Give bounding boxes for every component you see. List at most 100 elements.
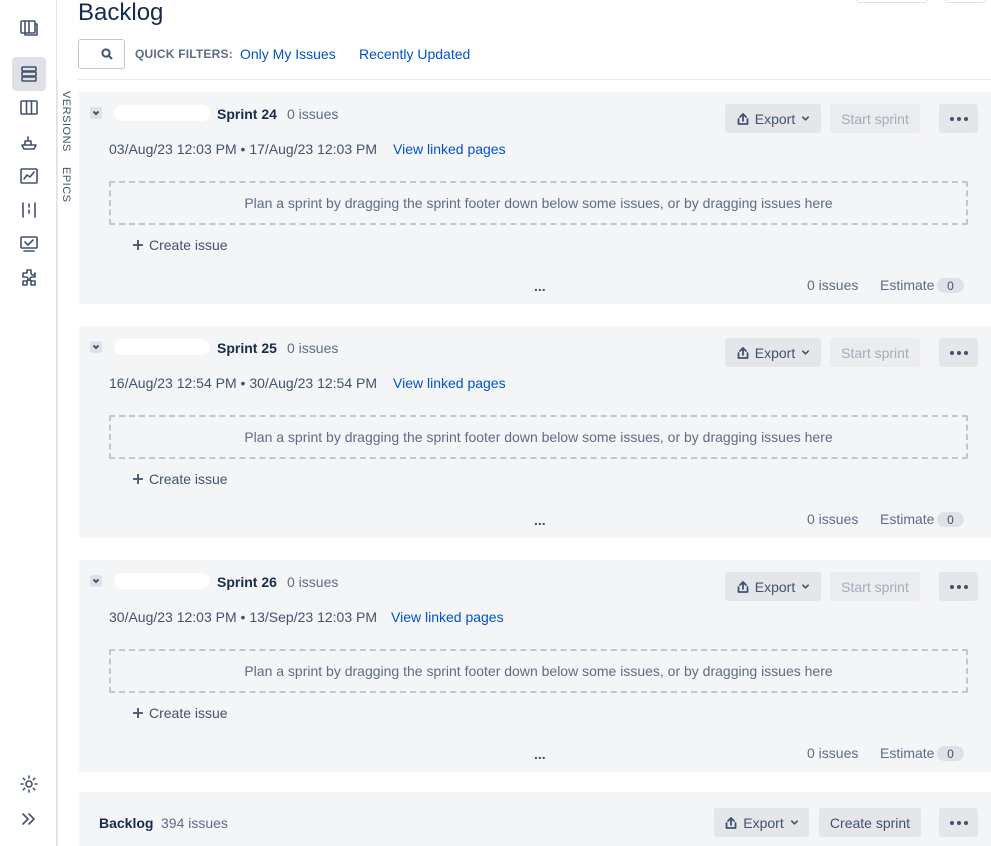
sprint-start-date: 16/Aug/23 12:54 PM [109,375,237,391]
sprint-name: Sprint 24 [217,106,277,122]
sprint-more-button[interactable] [939,572,978,601]
columns-icon[interactable] [12,91,46,125]
page-title: Backlog [78,0,164,26]
redacted-label [114,573,210,589]
estimate-badge: 0 [937,746,964,761]
settings-icon[interactable] [12,767,46,801]
create-issue-button[interactable]: Create issue [132,705,228,721]
more-icon [949,584,968,589]
export-button[interactable]: Export [725,338,821,367]
estimate-label: Estimate [880,511,935,527]
redacted-label [114,105,210,121]
more-icon [949,350,968,355]
divider [78,79,991,80]
sprint-section: Sprint 24 0 issues 03/Aug/23 12:03 PM • … [79,92,991,304]
chevron-down-icon [92,344,100,350]
create-issue-button[interactable]: Create issue [132,237,228,253]
quick-filters-label: QUICK FILTERS: [135,47,233,61]
sprint-drop-zone[interactable]: Plan a sprint by dragging the sprint foo… [109,181,968,225]
sprint-drop-zone[interactable]: Plan a sprint by dragging the sprint foo… [109,649,968,693]
estimate-label: Estimate [880,745,935,761]
chevron-down-icon [802,350,810,355]
chevron-down-icon [92,578,100,584]
export-button[interactable]: Export [725,104,821,133]
sprint-issue-count: 0 issues [287,340,339,356]
sprint-issue-count: 0 issues [287,106,339,122]
export-icon [725,816,737,829]
create-issue-button[interactable]: Create issue [132,471,228,487]
export-button[interactable]: Export [725,572,821,601]
view-linked-pages-link[interactable]: View linked pages [393,141,506,157]
export-icon [737,580,749,593]
chevron-down-icon [790,820,798,825]
chevron-down-icon [802,584,810,589]
expand-icon[interactable] [12,802,46,836]
left-nav-rail [0,0,57,846]
backlog-title: Backlog [99,815,154,831]
export-label: Export [754,344,796,361]
backlog-section: Backlog 394 issues Export Create sprint [79,792,991,846]
search-icon [101,48,113,60]
sprint-footer-handle[interactable]: ... [534,278,546,294]
header-button-stub[interactable] [945,0,985,3]
sprint-name: Sprint 25 [217,340,277,356]
estimate-badge: 0 [937,278,964,293]
sprint-footer-count: 0 issues [807,277,859,293]
collapse-toggle[interactable] [90,575,102,587]
start-sprint-button[interactable]: Start sprint [830,572,920,601]
board-icon[interactable] [12,11,46,45]
chevron-down-icon [92,110,100,116]
sprint-more-button[interactable] [939,338,978,367]
more-icon [949,116,968,121]
plus-icon [133,240,143,250]
sprint-section: Sprint 25 0 issues 16/Aug/23 12:54 PM • … [79,326,991,538]
export-icon [737,112,749,125]
create-issue-label: Create issue [149,237,228,253]
create-issue-label: Create issue [149,705,228,721]
sprint-footer-handle[interactable]: ... [534,512,546,528]
estimate-label: Estimate [880,277,935,293]
export-label: Export [754,578,796,595]
sprint-dates: 30/Aug/23 12:03 PM • 13/Sep/23 12:03 PM [109,609,377,625]
create-sprint-button[interactable]: Create sprint [819,808,921,837]
view-linked-pages-link[interactable]: View linked pages [393,375,506,391]
backlog-export-button[interactable]: Export [714,808,809,837]
search-input[interactable] [78,39,125,69]
sprint-end-date: 30/Aug/23 12:54 PM [249,375,377,391]
filter-only-my-issues[interactable]: Only My Issues [240,46,336,62]
filter-recently-updated[interactable]: Recently Updated [359,46,470,62]
issues-icon[interactable] [12,227,46,261]
sprint-drop-zone[interactable]: Plan a sprint by dragging the sprint foo… [109,415,968,459]
sprint-footer-count: 0 issues [807,511,859,527]
collapse-toggle[interactable] [90,341,102,353]
sprint-dates: 16/Aug/23 12:54 PM • 30/Aug/23 12:54 PM [109,375,377,391]
sprint-end-date: 17/Aug/23 12:03 PM [249,141,377,157]
sprint-section: Sprint 26 0 issues 30/Aug/23 12:03 PM • … [79,560,991,772]
sprint-start-date: 03/Aug/23 12:03 PM [109,141,237,157]
side-tabs: VERSIONS EPICS [57,79,78,846]
backlog-more-button[interactable] [939,808,978,837]
backlog-icon[interactable] [12,57,46,91]
reports-icon[interactable] [12,159,46,193]
sprint-start-date: 30/Aug/23 12:03 PM [109,609,237,625]
view-linked-pages-link[interactable]: View linked pages [391,609,504,625]
start-sprint-button[interactable]: Start sprint [830,338,920,367]
addons-icon[interactable] [12,261,46,295]
sprint-footer-handle[interactable]: ... [534,746,546,762]
tab-versions[interactable]: VERSIONS [60,91,72,152]
sprint-more-button[interactable] [939,104,978,133]
kanban-icon[interactable] [12,193,46,227]
sprint-end-date: 13/Sep/23 12:03 PM [249,609,377,625]
releases-icon[interactable] [12,125,46,159]
export-label: Export [754,110,796,127]
collapse-toggle[interactable] [90,107,102,119]
plus-icon [133,474,143,484]
tab-epics[interactable]: EPICS [60,167,72,203]
start-sprint-button[interactable]: Start sprint [830,104,920,133]
redacted-label [114,339,210,355]
sprint-name: Sprint 26 [217,574,277,590]
sprint-issue-count: 0 issues [287,574,339,590]
plus-icon [133,708,143,718]
export-label: Export [743,814,784,831]
header-button-stub[interactable] [856,0,928,3]
